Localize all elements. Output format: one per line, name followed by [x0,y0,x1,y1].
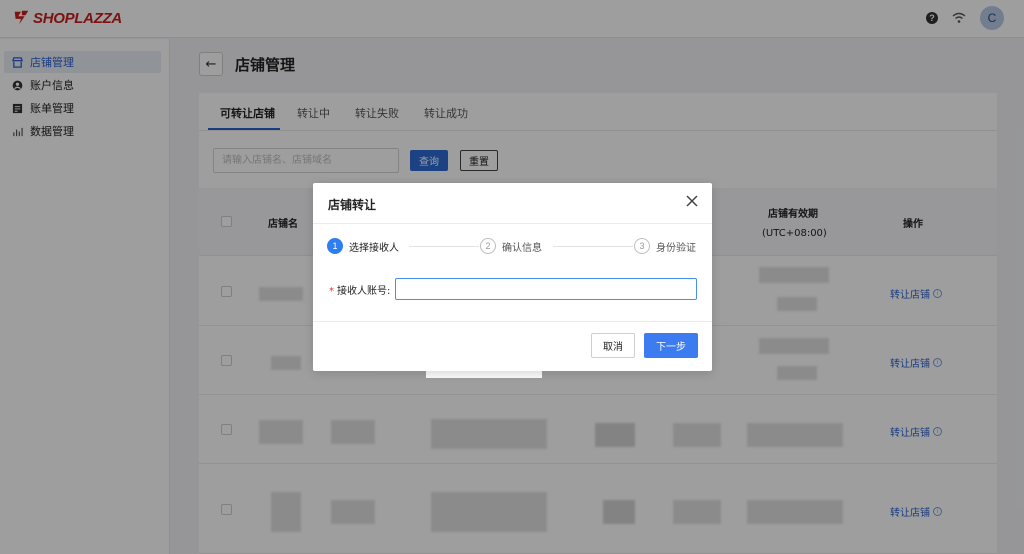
step-label: 身份验证 [656,242,696,254]
step-connector [553,246,633,247]
modal-header-divider [313,223,712,224]
step-identity-verification: 3 身份验证 [634,238,696,254]
recipient-account-input[interactable] [395,278,697,300]
modal-footer-divider [313,321,712,322]
close-icon[interactable] [684,193,700,209]
recipient-account-label-text: 接收人账号: [337,286,391,297]
step-number: 1 [327,238,343,254]
step-select-recipient: 1 选择接收人 [327,238,399,254]
modal-title: 店铺转让 [328,198,377,212]
step-label: 选择接收人 [349,242,399,254]
step-label: 确认信息 [502,242,542,254]
next-step-button[interactable]: 下一步 [644,333,698,358]
step-number: 2 [480,238,496,254]
store-transfer-modal: 店铺转让 1 选择接收人 2 确认信息 3 身份验证 * 接收人账号: 取消 下一… [313,183,712,371]
step-connector [409,246,479,247]
recipient-account-label: * 接收人账号: [329,282,390,297]
step-confirm-info: 2 确认信息 [480,238,542,254]
cancel-button[interactable]: 取消 [591,333,635,358]
step-number: 3 [634,238,650,254]
tooltip-remnant [426,371,542,378]
required-marker: * [329,286,334,297]
